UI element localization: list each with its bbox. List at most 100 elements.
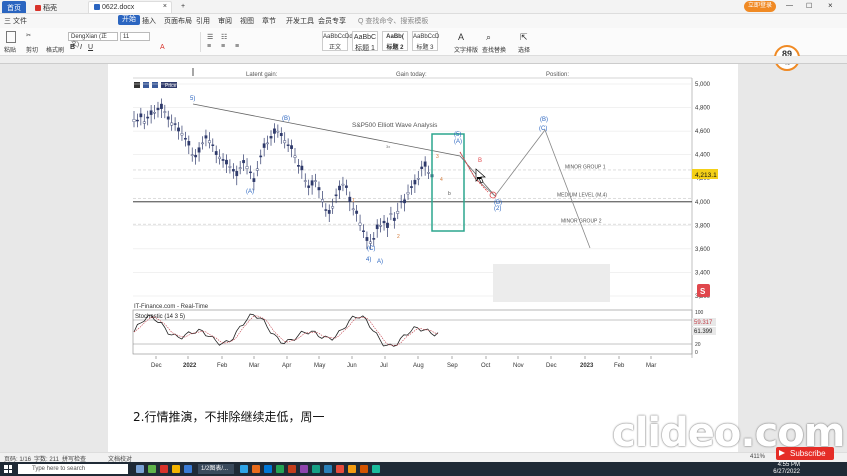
subscribe-button[interactable]: Subscribe: [776, 447, 834, 460]
horizontal-ruler[interactable]: [0, 56, 847, 64]
candle-body: [427, 172, 430, 174]
candle-body: [146, 116, 150, 119]
italic-button[interactable]: I: [80, 44, 82, 51]
numbering-icon[interactable]: ☷: [221, 33, 227, 41]
candle-body: [331, 206, 335, 209]
find-replace-button[interactable]: 查找替换: [482, 45, 506, 54]
taskbar-active-window[interactable]: 1/2图表/...: [198, 464, 234, 474]
new-tab-button[interactable]: +: [176, 1, 190, 13]
app-icon-12[interactable]: [360, 465, 368, 473]
tab-home[interactable]: 首页: [2, 1, 26, 13]
menu-member[interactable]: 会员专享: [318, 16, 346, 26]
candle-body: [314, 180, 317, 182]
text-layout-button[interactable]: 文字排版: [454, 45, 478, 54]
candle-body: [136, 119, 139, 122]
candle-body: [386, 222, 389, 228]
app-icon-4[interactable]: [264, 465, 272, 473]
wave-label: (A): [454, 139, 462, 145]
select-button[interactable]: 选择: [518, 45, 530, 54]
bullets-icon[interactable]: ☰: [207, 33, 213, 41]
wave-b-red: B: [478, 158, 482, 164]
gain-today-label: Gain today:: [396, 72, 427, 78]
style-heading-2[interactable]: AaBb(标题 2: [382, 31, 408, 51]
wave-label: (2): [494, 206, 501, 212]
menu-insert[interactable]: 插入: [142, 16, 156, 26]
document-paragraph[interactable]: 2.行情推演，不排除继续走低，周一: [133, 408, 324, 425]
clock-date: 6/27/2022: [773, 469, 800, 475]
menu-developer[interactable]: 开发工具: [286, 16, 314, 26]
task-view-icon[interactable]: [136, 465, 144, 473]
paste-button[interactable]: 粘贴: [4, 45, 16, 54]
app-icon-1[interactable]: [148, 465, 156, 473]
font-name-select[interactable]: DengXian (正文): [68, 32, 118, 48]
windows-start-icon[interactable]: [4, 465, 12, 473]
candle-body: [372, 238, 376, 240]
edge-icon[interactable]: [184, 465, 192, 473]
style-heading-3-name: 标题 3: [416, 45, 434, 51]
menu-file[interactable]: 三 文件: [4, 16, 27, 26]
app-icon-8[interactable]: [312, 465, 320, 473]
candle-body: [413, 179, 417, 185]
candle-body: [255, 168, 259, 171]
date-tick-label: Dec: [151, 363, 162, 369]
font-size-select[interactable]: 11: [120, 32, 150, 41]
candle-body: [173, 123, 177, 125]
subscribe-label: Subscribe: [790, 449, 826, 458]
candle-body: [160, 103, 163, 109]
app-icon-10[interactable]: [336, 465, 344, 473]
candle-body: [221, 159, 225, 161]
chart-tool-3-icon[interactable]: [152, 82, 158, 88]
candle-body: [389, 213, 393, 215]
minimize-icon[interactable]: —: [786, 2, 793, 9]
app-icon-9[interactable]: [324, 465, 332, 473]
paragraph-tools: ☰ ☷ ≡ ≡ ≡: [200, 32, 310, 52]
cut-button[interactable]: 剪切: [26, 45, 38, 54]
style-heading-1[interactable]: AaBbC 标题 1: [352, 31, 378, 52]
date-tick-label: Nov: [513, 363, 524, 369]
clock[interactable]: 4:55 PM 6/27/2022: [760, 462, 800, 476]
candle-body: [286, 144, 290, 146]
maximize-icon[interactable]: ☐: [806, 2, 812, 10]
style-heading-3[interactable]: AaBbCcD 标题 3: [412, 31, 439, 51]
app-icon-5[interactable]: [276, 465, 284, 473]
font-color-button[interactable]: A: [160, 44, 165, 51]
candle-body: [252, 178, 256, 182]
login-button[interactable]: 立即登录: [744, 1, 776, 12]
app-icon-3[interactable]: [252, 465, 260, 473]
app-icon-6[interactable]: [288, 465, 296, 473]
latent-gain-label: Latent gain:: [246, 72, 278, 78]
app-icon-11[interactable]: [348, 465, 356, 473]
align-left-icon[interactable]: ≡: [207, 43, 211, 50]
align-center-icon[interactable]: ≡: [221, 43, 225, 50]
explorer-icon[interactable]: [172, 465, 180, 473]
tab-document[interactable]: 0622.docx ×: [88, 1, 172, 13]
chart-tool-1-icon[interactable]: [134, 82, 140, 88]
app-icon-13[interactable]: [372, 465, 380, 473]
format-painter-button[interactable]: 格式刷: [46, 45, 64, 54]
window-close-icon[interactable]: ×: [828, 1, 833, 10]
candle-body: [293, 155, 297, 158]
wps-app-icon[interactable]: [160, 465, 168, 473]
app-icon-2[interactable]: [240, 465, 248, 473]
chart-tool-2-icon[interactable]: [143, 82, 149, 88]
app-icon-7[interactable]: [300, 465, 308, 473]
menu-chapter[interactable]: 章节: [262, 16, 276, 26]
command-search[interactable]: Q 查找命令、搜索模板: [358, 16, 428, 26]
style-normal-preview: AaBbCcDd: [323, 34, 353, 40]
menu-layout[interactable]: 页面布局: [164, 16, 192, 26]
underline-button[interactable]: U: [88, 44, 93, 51]
tab-docer[interactable]: 稻壳: [30, 1, 62, 13]
menu-references[interactable]: 引用: [196, 16, 210, 26]
bold-button[interactable]: B: [70, 44, 75, 51]
menu-start[interactable]: 开始: [118, 15, 140, 25]
candle-body: [228, 166, 232, 168]
menu-view[interactable]: 视图: [240, 16, 254, 26]
style-normal[interactable]: AaBbCcDd 正文: [322, 31, 353, 51]
taskbar-search-input[interactable]: Type here to search: [18, 464, 128, 474]
level-label: MINOR GROUP 2: [561, 219, 602, 225]
close-icon[interactable]: ×: [163, 3, 167, 10]
scissors-icon[interactable]: ✂: [26, 32, 31, 39]
align-right-icon[interactable]: ≡: [235, 43, 239, 50]
menu-review[interactable]: 审阅: [218, 16, 232, 26]
paste-icon[interactable]: [6, 31, 16, 43]
